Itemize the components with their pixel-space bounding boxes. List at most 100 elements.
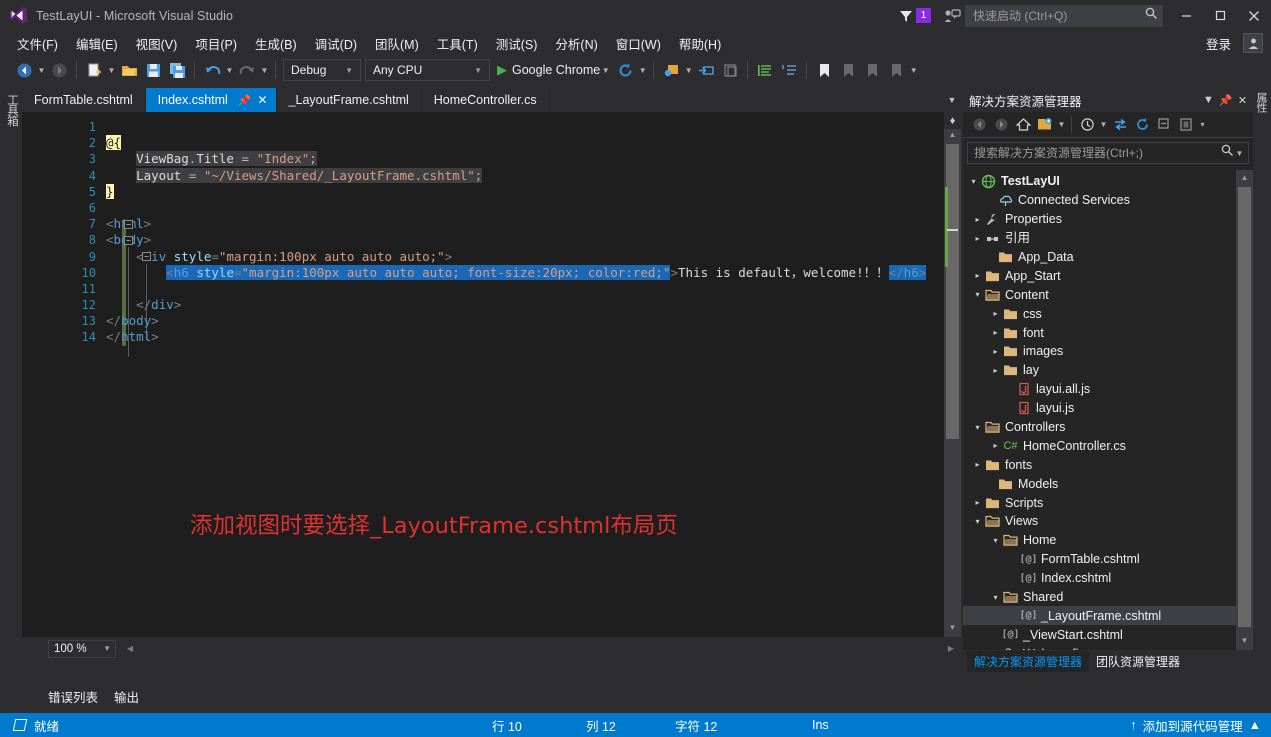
scroll-up-arrow-icon[interactable]: ▲ [1236,170,1253,185]
minimize-button[interactable] [1169,0,1203,31]
sync-with-active-document-icon[interactable] [1109,114,1131,136]
tree-item-layui-js[interactable]: layui.js [963,399,1236,418]
solution-explorer-tree[interactable]: ▾ TestLayUI Connected Services ▸ Propert… [963,170,1236,650]
clear-bookmarks-icon[interactable] [885,59,907,81]
tab-layoutframe-cshtml[interactable]: _LayoutFrame.cshtml [276,88,422,112]
tree-item-content[interactable]: ▾ Content [963,285,1236,304]
close-icon[interactable]: ✕ [258,93,268,107]
chevron-down-icon[interactable]: ▼ [1056,114,1067,136]
uncomment-selection-icon[interactable] [778,59,800,81]
tab-solution-explorer[interactable]: 解决方案资源管理器 [967,650,1090,672]
tree-item-connected-services[interactable]: Connected Services [963,191,1236,210]
save-icon[interactable] [142,59,164,81]
collapsed-twisty-icon[interactable]: ▸ [971,210,984,228]
tree-item-testlayui[interactable]: ▾ TestLayUI [963,172,1236,191]
navigate-backward-dropdown-icon[interactable]: ▼ [36,59,47,81]
show-all-files-icon[interactable] [1175,114,1197,136]
menu-tools[interactable]: 工具(T) [428,31,487,56]
editor-vertical-scrollbar[interactable]: ▲ ▼ [944,112,961,637]
refresh-icon[interactable] [1131,114,1153,136]
close-button[interactable] [1237,0,1271,31]
quick-launch-box[interactable] [965,4,1163,27]
fold-toggle-icon[interactable]: − [124,235,133,245]
menu-debug[interactable]: 调试(D) [306,31,366,56]
collapsed-twisty-icon[interactable]: ▸ [989,324,1002,342]
open-file-icon[interactable] [118,59,140,81]
attach-to-process-icon[interactable] [660,59,682,81]
horizontal-scroll-track[interactable] [140,640,941,657]
expanded-twisty-icon[interactable]: ▾ [989,531,1002,549]
pin-icon[interactable]: 📌 [238,94,252,107]
collapsed-twisty-icon[interactable]: ▸ [971,267,984,285]
tree-item-scripts[interactable]: ▸ Scripts [963,493,1236,512]
tab-output[interactable]: 输出 [114,687,139,706]
refresh-browser-icon[interactable] [614,59,636,81]
tree-item-layui-all-js[interactable]: layui.all.js [963,380,1236,399]
tree-item-properties[interactable]: ▸ Properties [963,210,1236,229]
properties-vertical-tab[interactable]: 属性 [1253,88,1269,116]
tree-item-css[interactable]: ▸ css [963,304,1236,323]
expanded-twisty-icon[interactable]: ▾ [971,286,984,304]
tree-item-fonts[interactable]: ▸ fonts [963,455,1236,474]
navigate-forward-icon[interactable] [990,114,1012,136]
menu-project[interactable]: 项目(P) [186,31,246,56]
collapsed-twisty-icon[interactable]: ▸ [989,305,1002,323]
new-project-icon[interactable] [83,59,105,81]
tab-index-cshtml[interactable]: Index.cshtml 📌 ✕ [145,88,277,112]
new-project-dropdown-icon[interactable]: ▼ [106,59,117,81]
collapsed-twisty-icon[interactable]: ▸ [989,437,1002,455]
fold-toggle-icon[interactable]: − [124,219,133,229]
close-icon[interactable]: ✕ [1234,90,1251,110]
menu-file[interactable]: 文件(F) [8,31,67,56]
tree-item-app-data[interactable]: App_Data [963,248,1236,267]
search-icon[interactable] [1145,7,1158,25]
split-editor-icon[interactable]: ♦ [944,112,961,129]
tree-item-images[interactable]: ▸ images [963,342,1236,361]
step-into-icon[interactable] [695,59,717,81]
undo-icon[interactable] [201,59,223,81]
tree-item-font[interactable]: ▸ font [963,323,1236,342]
menu-view[interactable]: 视图(V) [127,31,187,56]
tab-homecontroller-cs[interactable]: HomeController.cs [421,88,550,112]
scroll-up-arrow-icon[interactable]: ▲ [944,127,961,142]
next-bookmark-icon[interactable] [861,59,883,81]
solution-configuration-combo[interactable]: Debug ▼ [283,59,361,81]
sign-in-button[interactable]: 登录 [1200,31,1237,56]
bookmark-icon[interactable] [813,59,835,81]
notification-count-badge[interactable]: 1 [916,8,931,23]
chevron-down-icon[interactable]: ▼ [469,66,487,75]
collapsed-twisty-icon[interactable]: ▸ [989,342,1002,360]
history-icon[interactable] [1076,114,1098,136]
quick-launch-input[interactable] [973,8,1145,23]
collapse-all-icon[interactable] [1153,114,1175,136]
tree-item-lay[interactable]: ▸ lay [963,361,1236,380]
chevron-down-icon[interactable]: ▼ [340,66,358,75]
scroll-down-arrow-icon[interactable]: ▼ [1236,633,1253,648]
tab-formtable-cshtml[interactable]: FormTable.cshtml [22,88,146,112]
source-control-caret-icon[interactable]: ▲ [1249,718,1261,732]
tree-item-app-start[interactable]: ▸ App_Start [963,266,1236,285]
menu-analyze[interactable]: 分析(N) [546,31,606,56]
start-debugging-button[interactable]: ▶ Google Chrome ▼ [492,59,613,81]
status-source-control[interactable]: ↑ 添加到源代码管理 ▲ [1130,716,1261,735]
expanded-twisty-icon[interactable]: ▾ [967,172,980,190]
expanded-twisty-icon[interactable]: ▾ [989,588,1002,606]
menu-help[interactable]: 帮助(H) [670,31,730,56]
menu-test[interactable]: 测试(S) [487,31,547,56]
solution-explorer-search-input[interactable] [974,146,1221,160]
collapsed-twisty-icon[interactable]: ▸ [971,456,984,474]
solution-platform-combo[interactable]: Any CPU ▼ [365,59,490,81]
scroll-down-arrow-icon[interactable]: ▼ [944,620,961,635]
pin-icon[interactable]: 📌 [1217,90,1234,110]
maximize-button[interactable] [1203,0,1237,31]
navigate-forward-icon[interactable] [48,59,70,81]
navigate-backward-icon[interactable] [13,59,35,81]
tree-item-shared[interactable]: ▾ Shared [963,588,1236,607]
comment-selection-icon[interactable] [754,59,776,81]
solution-explorer-search-box[interactable]: ▼ [967,142,1249,164]
user-account-icon[interactable] [1243,33,1263,53]
scroll-left-arrow-icon[interactable]: ◀ [122,641,138,657]
chevron-down-icon[interactable]: ▼ [1098,114,1109,136]
collapsed-twisty-icon[interactable]: ▸ [971,494,984,512]
tree-item-index-cshtml[interactable]: [@] Index.cshtml [963,569,1236,588]
